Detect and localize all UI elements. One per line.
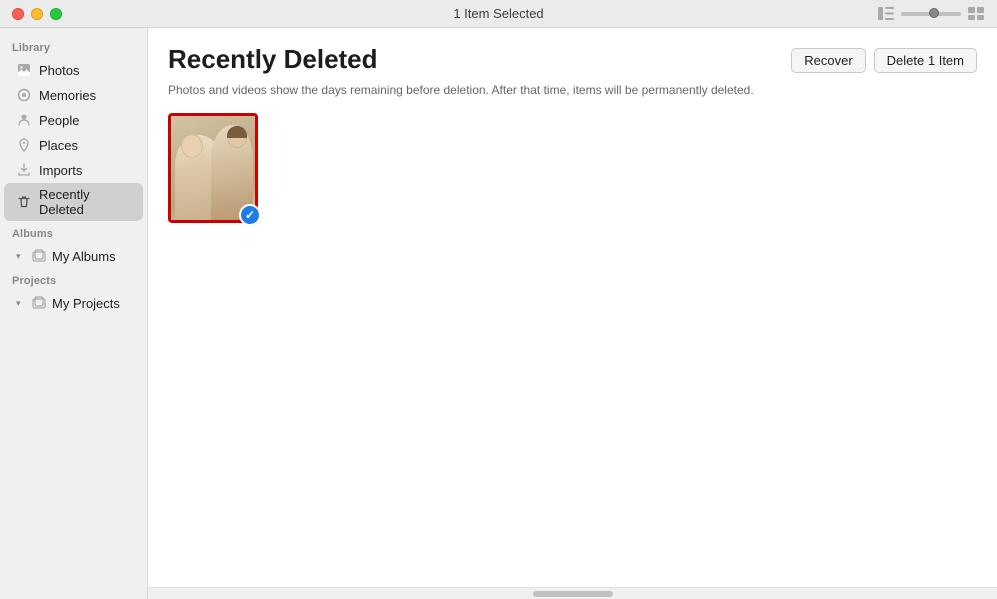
app-container: Library Photos Memories [0,28,997,599]
scrollbar-area [148,587,997,599]
sidebar-item-places-label: Places [39,138,78,153]
window-title: 1 Item Selected [453,6,543,21]
photo-item[interactable] [168,113,258,223]
zoom-slider[interactable] [901,12,961,16]
library-section-label: Library [0,36,147,57]
photo-thumbnail [171,116,255,220]
projects-icon [31,295,47,311]
view-toggle-icon[interactable] [967,7,985,21]
trash-icon [16,194,32,210]
sidebar-item-my-projects-label: My Projects [52,296,120,311]
head-1 [181,134,203,158]
sidebar-item-people-label: People [39,113,79,128]
sidebar-item-photos-label: Photos [39,63,79,78]
projects-section-label: Projects [0,269,147,290]
imports-icon [16,162,32,178]
minimize-button[interactable] [31,8,43,20]
main-content: Recently Deleted Recover Delete 1 Item P… [148,28,997,599]
content-subtitle: Photos and videos show the days remainin… [148,83,997,109]
sidebar-item-imports-label: Imports [39,163,82,178]
recover-button[interactable]: Recover [791,48,865,73]
photos-icon [16,62,32,78]
maximize-button[interactable] [50,8,62,20]
delete-button[interactable]: Delete 1 Item [874,48,977,73]
sidebar-item-my-albums[interactable]: ▾ My Albums [4,244,143,268]
sidebar-item-photos[interactable]: Photos [4,58,143,82]
action-buttons: Recover Delete 1 Item [791,48,977,73]
content-header: Recently Deleted Recover Delete 1 Item [148,28,997,83]
expand-arrow-albums: ▾ [16,251,26,262]
hair-2 [227,126,247,138]
sidebar: Library Photos Memories [0,28,148,599]
titlebar: 1 Item Selected [0,0,997,28]
sidebar-item-memories[interactable]: Memories [4,83,143,107]
album-icon [31,248,47,264]
titlebar-right-controls [877,7,985,21]
sidebar-item-people[interactable]: People [4,108,143,132]
scrollbar-thumb[interactable] [533,591,613,597]
memories-icon [16,87,32,103]
sidebar-item-my-albums-label: My Albums [52,249,116,264]
photo-grid [168,113,977,223]
sidebar-item-recently-deleted[interactable]: Recently Deleted [4,183,143,221]
albums-section-label: Albums [0,222,147,243]
window-controls [12,8,62,20]
places-icon [16,137,32,153]
photo-grid-area [148,109,997,587]
close-button[interactable] [12,8,24,20]
sidebar-item-recently-deleted-label: Recently Deleted [39,187,131,217]
people-icon [16,112,32,128]
expand-arrow-projects: ▾ [16,298,26,309]
sidebar-item-places[interactable]: Places [4,133,143,157]
sidebar-toggle-icon[interactable] [877,7,895,21]
selection-badge [239,204,261,226]
sidebar-item-my-projects[interactable]: ▾ My Projects [4,291,143,315]
sidebar-item-memories-label: Memories [39,88,96,103]
page-title: Recently Deleted [168,44,378,75]
sidebar-item-imports[interactable]: Imports [4,158,143,182]
